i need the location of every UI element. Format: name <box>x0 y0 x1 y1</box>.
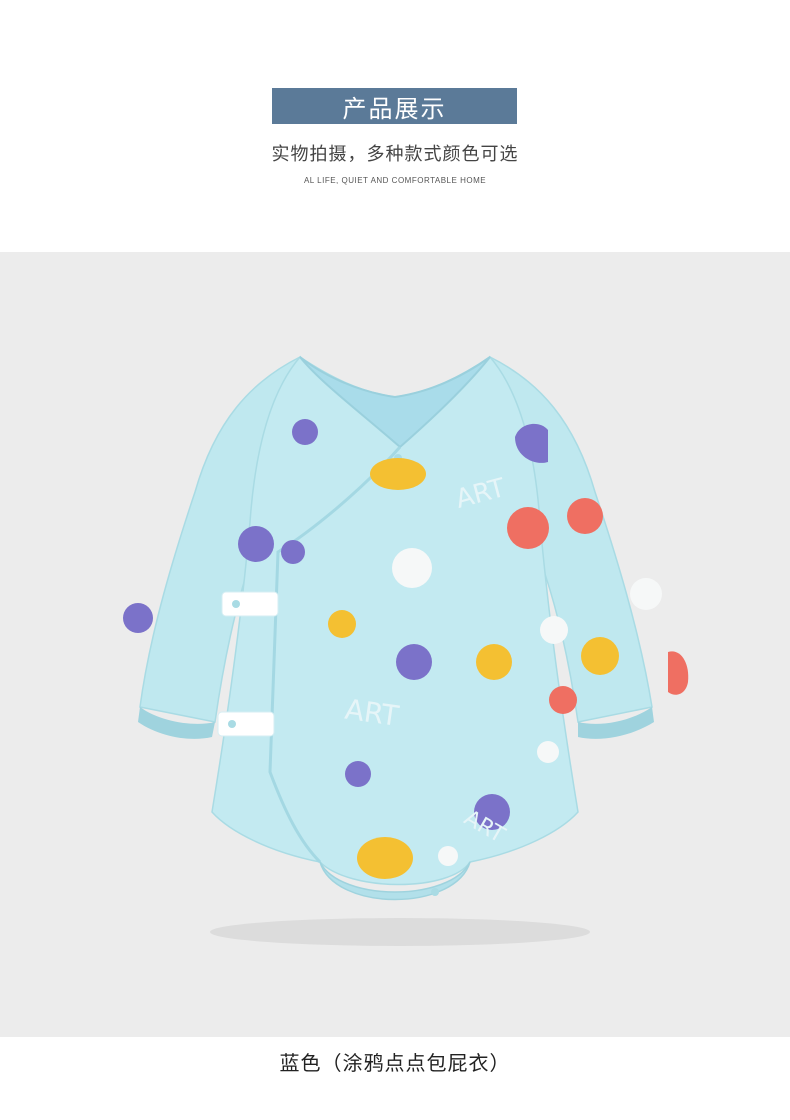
snap-button <box>232 600 240 608</box>
print-dot <box>668 651 689 695</box>
print-dot <box>292 419 318 445</box>
print-dot <box>438 846 458 866</box>
section-title: 产品展示 <box>342 94 447 123</box>
print-dot <box>630 578 662 610</box>
print-dot <box>238 526 274 562</box>
print-dot <box>567 498 603 534</box>
print-dot <box>540 616 568 644</box>
product-caption: 蓝色（涂鸦点点包屁衣） <box>279 1051 511 1075</box>
print-dot <box>281 540 305 564</box>
print-dot <box>476 644 512 680</box>
print-dot <box>357 837 413 879</box>
product-photo: ART ART ART <box>0 252 790 1037</box>
print-dot <box>392 548 432 588</box>
section-title-banner: 产品展示 <box>272 88 517 124</box>
print-dot <box>507 507 549 549</box>
print-dot <box>328 610 356 638</box>
print-dot <box>396 644 432 680</box>
print-dot <box>537 741 559 763</box>
snap-button <box>228 720 236 728</box>
product-detail-page: 产品展示 实物拍摄，多种款式颜色可选 AL LIFE, QUIET AND CO… <box>0 0 790 1120</box>
side-tab-lower <box>217 711 275 737</box>
section-tagline: AL LIFE, QUIET AND COMFORTABLE HOME <box>303 176 487 185</box>
print-dot <box>370 458 426 490</box>
print-dot <box>345 761 371 787</box>
baby-bodysuit-illustration: ART ART ART <box>123 355 689 946</box>
print-dot <box>123 603 153 633</box>
garment-shadow <box>210 918 590 946</box>
side-tab-upper <box>221 591 279 617</box>
snap-button <box>431 888 439 896</box>
print-dot <box>549 686 577 714</box>
print-dot <box>581 637 619 675</box>
section-subtitle: 实物拍摄，多种款式颜色可选 <box>271 144 519 165</box>
